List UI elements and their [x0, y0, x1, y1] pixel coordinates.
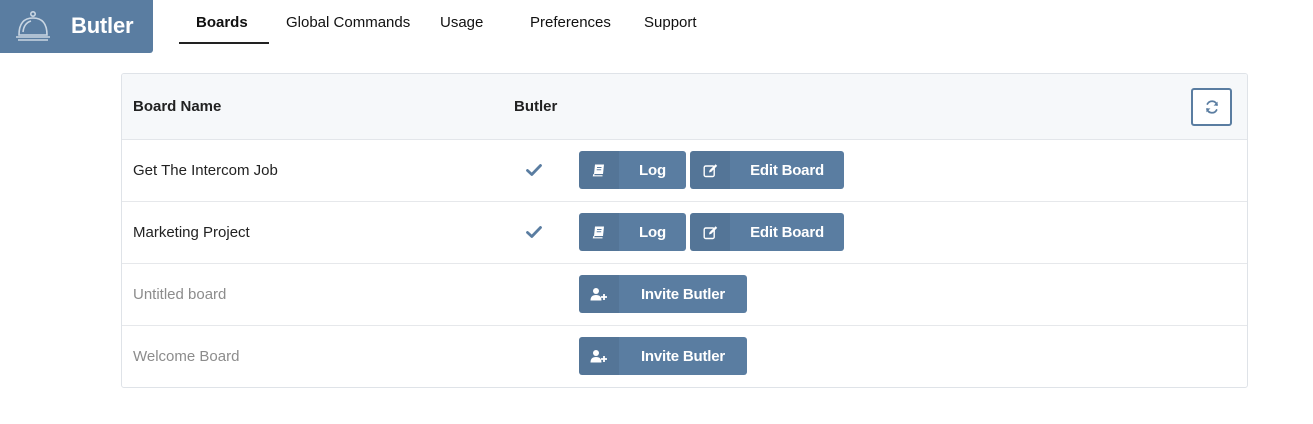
log-button[interactable]: Log	[579, 151, 686, 189]
table-row: Get The Intercom Job Log Edit Board	[122, 140, 1247, 202]
edit-board-button[interactable]: Edit Board	[690, 213, 844, 251]
top-bar: Butler Boards Global Commands Usage Pref…	[0, 0, 1313, 60]
table-row: Untitled board Invite Butler	[122, 264, 1247, 326]
log-button[interactable]: Log	[579, 213, 686, 251]
tab-usage[interactable]: Usage	[440, 14, 483, 31]
checkmark-icon	[526, 164, 542, 176]
checkmark-icon	[526, 226, 542, 238]
log-button-label: Log	[639, 223, 666, 241]
add-user-icon	[590, 288, 607, 301]
invite-butler-button-label: Invite Butler	[640, 285, 726, 303]
refresh-button[interactable]	[1191, 88, 1232, 126]
book-icon	[592, 164, 604, 177]
board-name[interactable]: Get The Intercom Job	[133, 162, 278, 179]
header-board-name: Board Name	[133, 98, 222, 115]
tab-boards[interactable]: Boards	[196, 14, 248, 31]
board-name[interactable]: Welcome Board	[133, 348, 239, 365]
table-row: Welcome Board Invite Butler	[122, 326, 1247, 387]
edit-board-button-label: Edit Board	[750, 161, 824, 179]
tab-support[interactable]: Support	[644, 14, 697, 31]
boards-table: Board Name Butler Get The Intercom Job L…	[121, 73, 1248, 388]
table-header: Board Name Butler	[122, 74, 1247, 140]
header-butler: Butler	[514, 98, 558, 115]
table-row: Marketing Project Log Edit Board	[122, 202, 1247, 264]
edit-icon	[703, 163, 717, 177]
tab-preferences[interactable]: Preferences	[530, 14, 611, 31]
board-name[interactable]: Untitled board	[133, 286, 226, 303]
book-icon	[592, 226, 604, 239]
brand-name: Butler	[71, 13, 134, 38]
edit-board-button-label: Edit Board	[750, 223, 824, 241]
refresh-icon	[1205, 100, 1218, 114]
invite-butler-button[interactable]: Invite Butler	[579, 337, 747, 375]
log-button-label: Log	[639, 161, 666, 179]
board-name[interactable]: Marketing Project	[133, 224, 250, 241]
edit-board-button[interactable]: Edit Board	[690, 151, 844, 189]
tab-global-commands[interactable]: Global Commands	[286, 14, 410, 31]
invite-butler-button-label: Invite Butler	[640, 347, 726, 365]
service-bell-icon	[16, 10, 50, 41]
active-tab-indicator	[179, 42, 269, 44]
add-user-icon	[590, 350, 607, 363]
edit-icon	[703, 225, 717, 239]
brand-logo[interactable]: Butler	[0, 0, 153, 53]
invite-butler-button[interactable]: Invite Butler	[579, 275, 747, 313]
